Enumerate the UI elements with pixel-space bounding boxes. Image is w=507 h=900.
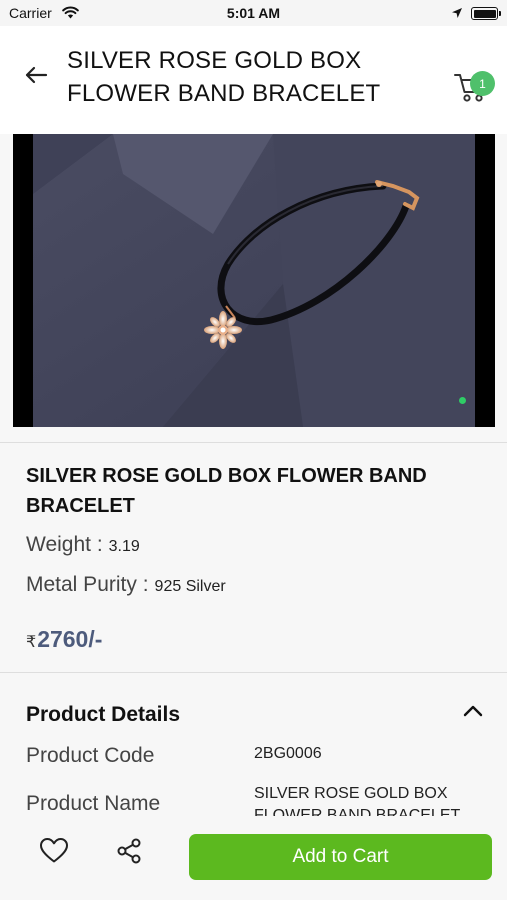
product-name: SILVER ROSE GOLD BOX FLOWER BAND BRACELE… <box>26 465 427 517</box>
detail-value: 2BG0006 <box>254 745 322 762</box>
cart-count-badge: 1 <box>470 71 495 96</box>
weight-value: 3.19 <box>108 538 140 555</box>
status-bar: Carrier 5:01 AM <box>0 0 507 26</box>
top-header: SILVER ROSE GOLD BOX FLOWER BAND BRACELE… <box>0 26 507 134</box>
product-details-list: Product Code 2BG0006 Product Name SILVER… <box>0 736 507 816</box>
wishlist-button[interactable] <box>37 836 71 870</box>
weight-row: Weight : 3.19 <box>26 533 140 557</box>
detail-value: SILVER ROSE GOLD BOX FLOWER BAND BRACELE… <box>254 785 461 816</box>
status-time: 5:01 AM <box>226 5 281 21</box>
weight-label: Weight : <box>26 533 103 556</box>
add-to-cart-button[interactable]: Add to Cart <box>189 834 492 880</box>
back-button[interactable] <box>16 62 56 92</box>
details-collapse-button[interactable] <box>458 700 488 726</box>
currency-symbol: ₹ <box>26 634 37 651</box>
arrow-left-icon <box>24 66 48 89</box>
purity-row: Metal Purity : 925 Silver <box>26 573 226 597</box>
page-title: SILVER ROSE GOLD BOX FLOWER BAND BRACELE… <box>67 47 381 107</box>
detail-label: Product Name <box>26 792 161 815</box>
share-icon <box>116 838 142 869</box>
detail-label: Product Code <box>26 744 155 767</box>
carousel-dot[interactable] <box>459 397 466 404</box>
price: ₹ 2760/- <box>26 626 102 653</box>
bracelet-photo <box>33 134 475 427</box>
battery-icon <box>471 7 501 20</box>
bottom-action-bar: Add to Cart <box>0 816 507 900</box>
heart-icon <box>39 837 69 869</box>
divider <box>0 672 507 673</box>
price-amount: 2760/- <box>37 626 103 652</box>
product-image[interactable] <box>13 134 495 427</box>
share-button[interactable] <box>112 836 146 870</box>
location-arrow-icon <box>451 6 463 22</box>
chevron-up-icon <box>462 704 484 723</box>
product-details-title: Product Details <box>26 703 181 726</box>
purity-value: 925 Silver <box>154 578 226 595</box>
purity-label: Metal Purity : <box>26 573 149 596</box>
divider <box>0 442 507 443</box>
